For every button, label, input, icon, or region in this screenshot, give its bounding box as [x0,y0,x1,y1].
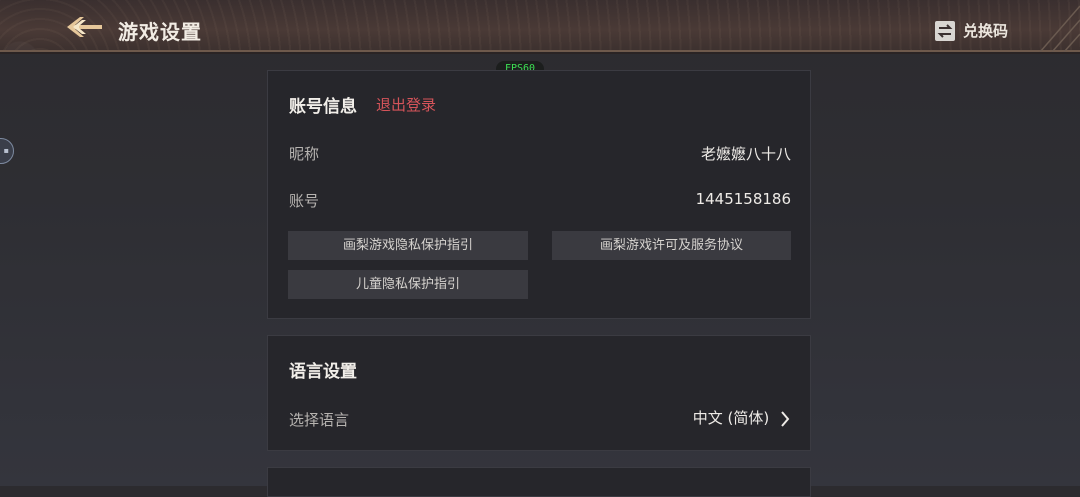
exchange-icon [934,20,955,41]
header-bar: 游戏设置 兑换码 [0,0,1080,54]
redeem-code-label: 兑换码 [962,22,1008,40]
back-button[interactable] [64,14,104,40]
header-corner-decoration [1039,5,1080,52]
logout-link[interactable]: 退出登录 [376,94,436,115]
chevron-right-icon [781,410,790,427]
account-info-card: 账号信息 退出登录 昵称 老嬷嬷八十八 账号 1445158186 画梨游戏隐私… [267,70,811,319]
service-agreement-button[interactable]: 画梨游戏许可及服务协议 [552,231,791,260]
back-arrow-icon [67,17,102,37]
floating-assist-button[interactable]: ▪ [0,138,14,164]
child-privacy-guide-button[interactable]: 儿童隐私保护指引 [288,270,528,299]
account-id-value: 1445158186 [695,190,791,208]
nickname-value: 老嬷嬷八十八 [700,145,791,163]
language-section-title: 语言设置 [289,362,357,382]
language-selector[interactable]: 中文 (简体) [693,407,790,428]
account-section-title: 账号信息 [289,97,357,117]
floating-assist-icon: ▪ [3,146,9,155]
account-id-label: 账号 [289,192,320,210]
language-settings-card: 语言设置 选择语言 中文 (简体) [267,335,811,451]
select-language-label: 选择语言 [289,411,350,429]
redeem-code-button[interactable]: 兑换码 [934,20,1008,41]
page-title: 游戏设置 [118,20,202,44]
selected-language-value: 中文 (简体) [692,409,770,427]
next-settings-card [267,467,811,497]
nickname-label: 昵称 [289,145,320,163]
privacy-guide-button[interactable]: 画梨游戏隐私保护指引 [288,231,528,260]
